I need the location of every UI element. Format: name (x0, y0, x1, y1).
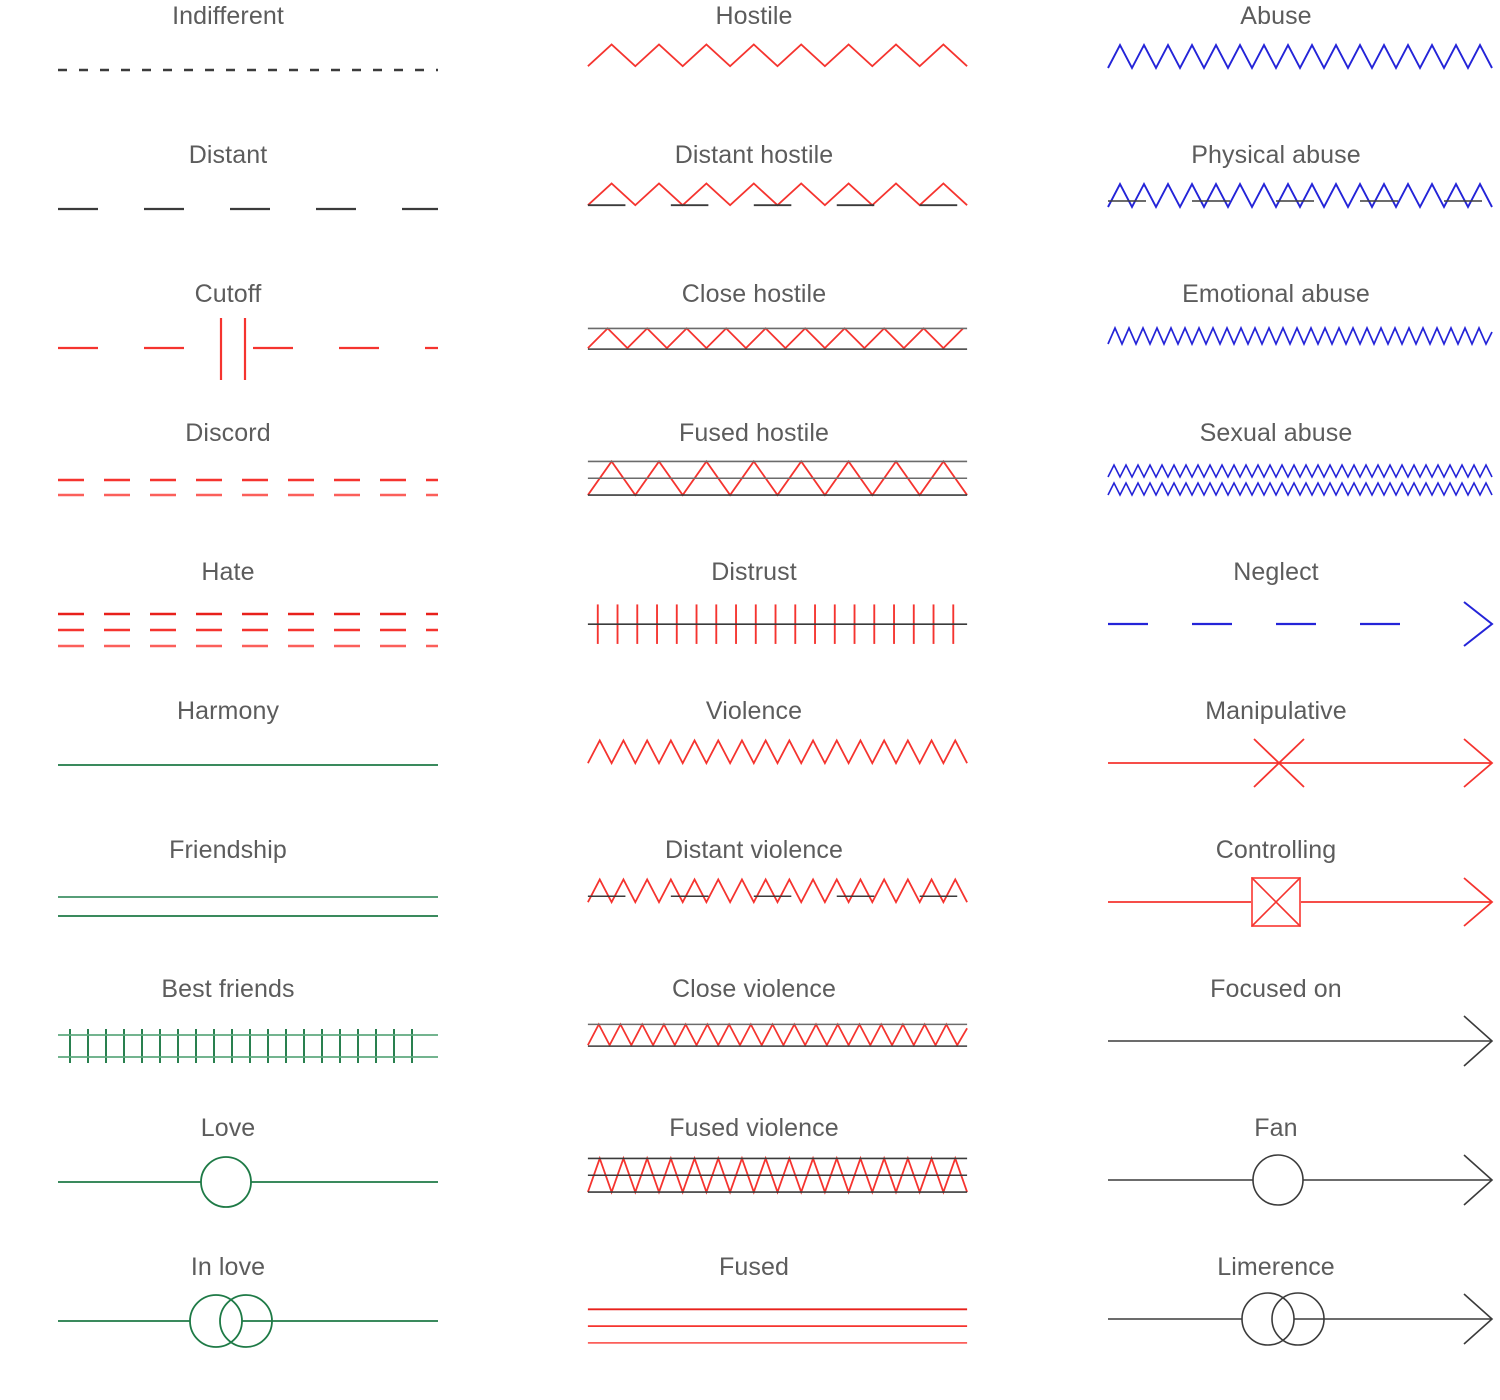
legend-label: Violence (705, 697, 803, 725)
symbol-dotted-gray-line (48, 30, 448, 134)
symbol-black-arrow-with-two-circles (1100, 1281, 1500, 1385)
symbol-red-arrow-with-x (1100, 725, 1500, 829)
symbol-blue-zigzag-medium (1100, 30, 1500, 134)
legend-item-hostile[interactable]: Hostile (520, 0, 1000, 140)
legend-item-distant-violence[interactable]: Distant violence (520, 834, 1000, 974)
legend-item-abuse[interactable]: Abuse (1040, 0, 1500, 140)
symbol-green-line-with-circle (48, 1142, 448, 1246)
legend-item-indifferent[interactable]: Indifferent (0, 0, 480, 140)
legend-item-fan[interactable]: Fan (1040, 1112, 1500, 1252)
legend-column-one: Indifferent Distant Cutoff Discord Hate … (0, 0, 480, 1400)
symbol-red-zigzag-wide-with-dashes (580, 169, 975, 273)
symbol-red-zigzag-medium (580, 725, 975, 829)
legend-label: Friendship (169, 836, 287, 864)
legend-label: Focused on (1210, 975, 1342, 1003)
legend-item-distant-hostile[interactable]: Distant hostile (520, 139, 1000, 279)
legend-item-limerence[interactable]: Limerence (1040, 1251, 1500, 1391)
symbol-two-blue-dense-zigzags (1100, 447, 1500, 551)
legend-label: Hostile (715, 2, 793, 30)
legend-label: Fused hostile (679, 419, 829, 447)
legend-item-focused-on[interactable]: Focused on (1040, 973, 1500, 1113)
legend-label: Fused violence (669, 1114, 839, 1142)
legend-label: Fused (719, 1253, 789, 1281)
legend-label: In love (190, 1253, 266, 1281)
legend-item-emotional-abuse[interactable]: Emotional abuse (1040, 278, 1500, 418)
legend-item-harmony[interactable]: Harmony (0, 695, 480, 835)
symbol-three-red-dashed-lines (48, 586, 448, 690)
legend-item-friendship[interactable]: Friendship (0, 834, 480, 974)
legend-label: Limerence (1217, 1253, 1335, 1281)
legend-item-in-love[interactable]: In love (0, 1251, 480, 1391)
legend-label: Love (200, 1114, 256, 1142)
legend-item-best-friends[interactable]: Best friends (0, 973, 480, 1113)
symbol-red-zigzag-medium-with-dashes (580, 864, 975, 968)
legend-item-fused-violence[interactable]: Fused violence (520, 1112, 1000, 1252)
symbol-green-line-with-two-circles (48, 1281, 448, 1385)
legend-label: Distant violence (664, 836, 844, 864)
legend-label: Cutoff (194, 280, 262, 308)
symbol-black-arrow-with-circle (1100, 1142, 1500, 1246)
legend-label: Abuse (1240, 2, 1312, 30)
legend-item-distrust[interactable]: Distrust (520, 556, 1000, 696)
legend-label: Close violence (672, 975, 836, 1003)
symbol-two-red-dashed-lines (48, 447, 448, 551)
legend-item-cutoff[interactable]: Cutoff (0, 278, 480, 418)
symbol-black-arrow (1100, 1003, 1500, 1107)
legend-label: Fan (1254, 1114, 1298, 1142)
symbol-black-line-with-red-ticks (580, 586, 975, 690)
legend-item-close-violence[interactable]: Close violence (520, 973, 1000, 1113)
legend-label: Manipulative (1205, 697, 1347, 725)
symbol-blue-zigzag-medium-with-dashes (1100, 169, 1500, 273)
symbol-red-zigzag-between-three-lines (580, 447, 975, 551)
legend-item-controlling[interactable]: Controlling (1040, 834, 1500, 974)
symbol-red-dashed-line-with-two-bars (48, 308, 448, 412)
symbol-blue-dashed-arrow (1100, 586, 1500, 690)
legend-item-sexual-abuse[interactable]: Sexual abuse (1040, 417, 1500, 557)
legend-item-hate[interactable]: Hate (0, 556, 480, 696)
legend-label: Best friends (161, 975, 295, 1003)
legend-label: Emotional abuse (1182, 280, 1370, 308)
legend-item-love[interactable]: Love (0, 1112, 480, 1252)
legend-column-three: Abuse Physical abuse Emotional abuse Sex… (1040, 0, 1500, 1400)
symbol-red-zigzag-medium-between-three-lines (580, 1142, 975, 1246)
legend-label: Distrust (711, 558, 797, 586)
symbol-red-zigzag-medium-between-two-lines (580, 1003, 975, 1107)
symbol-red-zigzag-wide (580, 30, 975, 134)
legend-column-two: Hostile Distant hostile Close hostile Fu… (520, 0, 1000, 1400)
symbol-two-green-lines (48, 864, 448, 968)
legend-label: Distant hostile (674, 141, 834, 169)
legend-item-fused[interactable]: Fused (520, 1251, 1000, 1391)
legend-label: Close hostile (681, 280, 827, 308)
legend-item-close-hostile[interactable]: Close hostile (520, 278, 1000, 418)
legend-label: Physical abuse (1191, 141, 1361, 169)
symbol-blue-zigzag-dense (1100, 308, 1500, 412)
legend-item-neglect[interactable]: Neglect (1040, 556, 1500, 696)
legend-item-manipulative[interactable]: Manipulative (1040, 695, 1500, 835)
legend-item-violence[interactable]: Violence (520, 695, 1000, 835)
legend-item-distant[interactable]: Distant (0, 139, 480, 279)
symbol-two-green-lines-with-ticks (48, 1003, 448, 1107)
legend-item-discord[interactable]: Discord (0, 417, 480, 557)
symbol-red-arrow-with-boxed-x (1100, 864, 1500, 968)
symbol-red-zigzag-between-two-lines (580, 308, 975, 412)
legend-label: Harmony (176, 697, 280, 725)
legend-label: Distant (188, 141, 268, 169)
legend-item-fused-hostile[interactable]: Fused hostile (520, 417, 1000, 557)
legend-label: Discord (185, 419, 271, 447)
symbol-single-green-line (48, 725, 448, 829)
legend-label: Controlling (1215, 836, 1337, 864)
symbol-long-dashed-black-line (48, 169, 448, 273)
legend-label: Indifferent (172, 2, 284, 30)
symbol-three-red-lines (580, 1281, 975, 1385)
genogram-relationship-legend: Indifferent Distant Cutoff Discord Hate … (0, 0, 1500, 1400)
legend-label: Sexual abuse (1199, 419, 1353, 447)
legend-label: Hate (201, 558, 255, 586)
legend-label: Neglect (1233, 558, 1319, 586)
legend-item-physical-abuse[interactable]: Physical abuse (1040, 139, 1500, 279)
